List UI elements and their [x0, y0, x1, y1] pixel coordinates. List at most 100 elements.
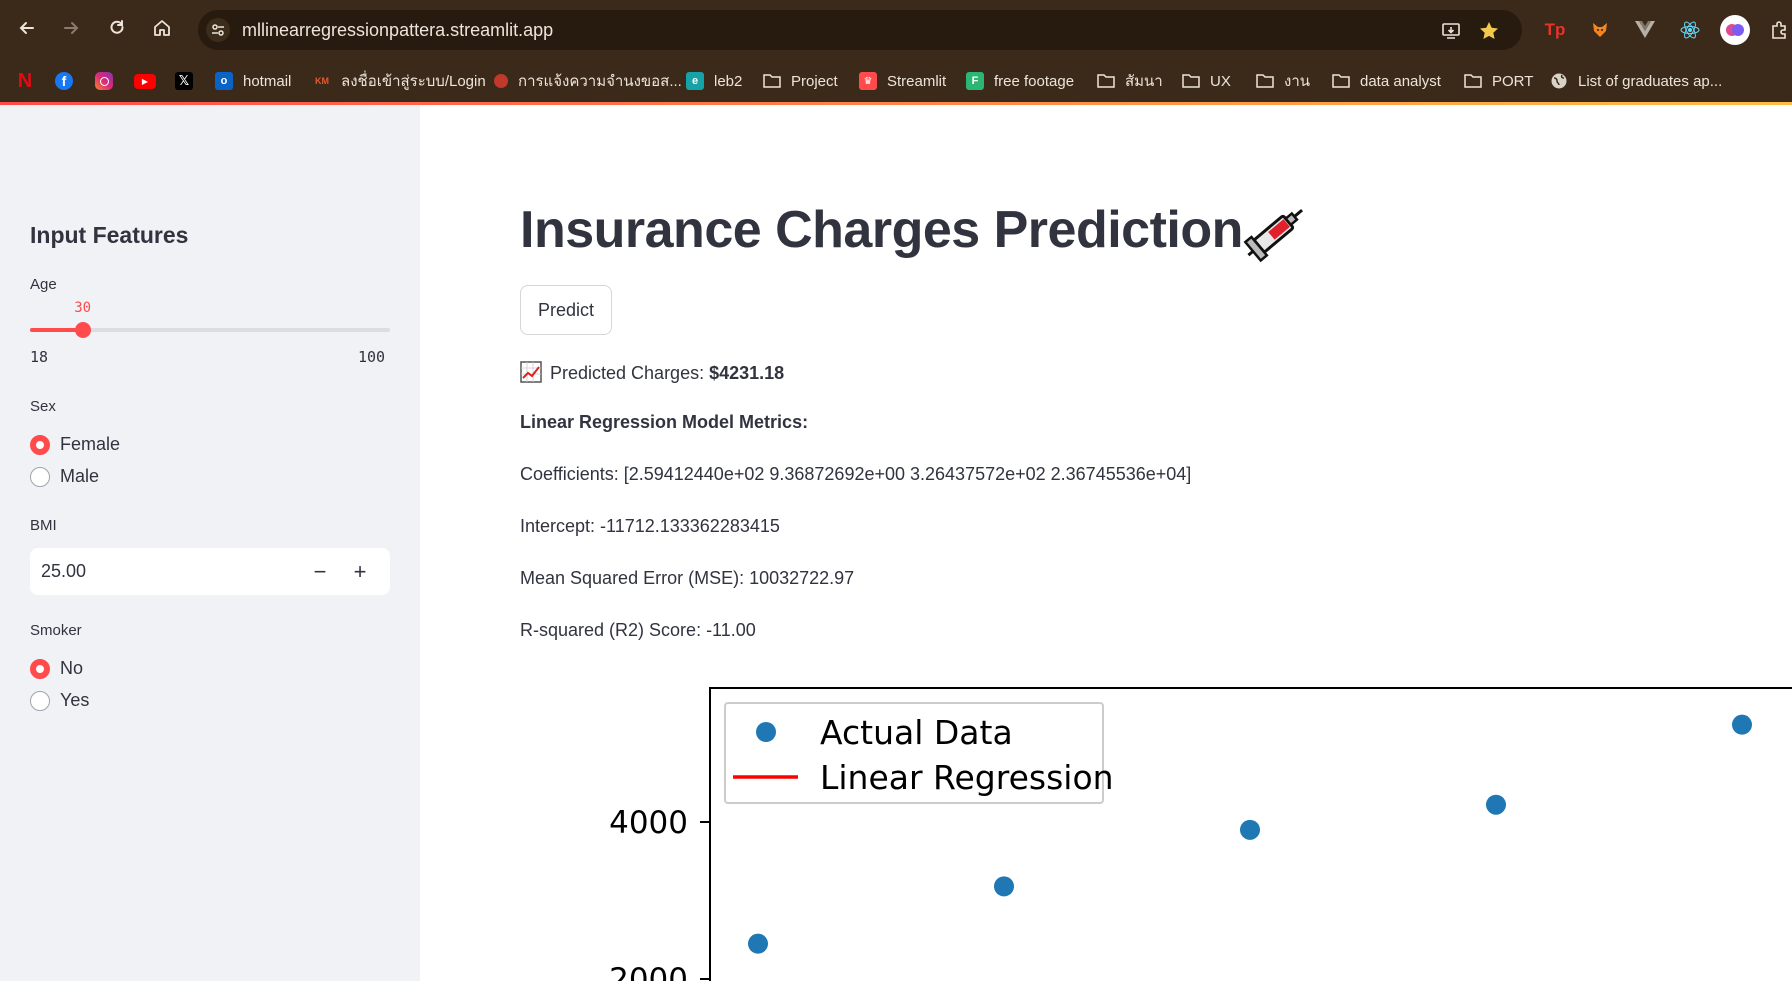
forward-button[interactable]: [58, 15, 84, 41]
metrics-heading: Linear Regression Model Metrics:: [520, 412, 809, 432]
bookmark-folder-seminar[interactable]: สัมนา: [1097, 67, 1163, 95]
bookmark-folder-work[interactable]: งาน: [1256, 67, 1310, 95]
bookmark-label: data analyst: [1360, 72, 1441, 90]
bookmark-label: free footage: [994, 72, 1075, 90]
address-bar[interactable]: mllinearregressionpattera.streamlit.app: [198, 10, 1522, 50]
bookmark-netflix[interactable]: N: [16, 67, 34, 95]
bookmark-hotmail[interactable]: o hotmail: [215, 67, 291, 95]
mse-text: Mean Squared Error (MSE): 10032722.97: [520, 568, 855, 588]
age-slider-thumb[interactable]: [74, 322, 91, 338]
bookmark-graduates[interactable]: List of graduates ap...: [1550, 67, 1722, 95]
bookmark-star-icon[interactable]: [1476, 18, 1502, 44]
radio-selected-icon[interactable]: [30, 434, 50, 455]
radio-unselected-icon[interactable]: [30, 466, 50, 487]
age-slider-value: 30: [74, 300, 92, 316]
bmi-label: BMI: [30, 517, 57, 534]
scatter-point: [994, 876, 1014, 897]
bmi-increment-button[interactable]: +: [342, 554, 378, 590]
install-app-icon[interactable]: [1438, 18, 1464, 44]
radio-label: No: [60, 658, 84, 678]
ladybug-icon: [494, 74, 508, 88]
bookmark-youtube[interactable]: ▶: [134, 67, 156, 95]
folder-icon: [1332, 72, 1350, 90]
reload-icon: [110, 20, 124, 34]
r2-text: R-squared (R2) Score: -11.00: [520, 620, 756, 640]
radio-label: Male: [60, 466, 100, 486]
bmi-number-input[interactable]: 25.00 − +: [30, 548, 390, 595]
legend-label-actual: Actual Data: [820, 713, 1013, 752]
folder-icon: [1256, 72, 1274, 90]
youtube-icon: ▶: [134, 73, 156, 89]
bookmark-label: งาน: [1284, 73, 1311, 90]
scatter-point: [748, 933, 768, 954]
scatter-point: [1732, 714, 1752, 735]
age-slider-min: 18: [30, 348, 49, 366]
extensions-puzzle-icon[interactable]: [1764, 15, 1792, 45]
browser-toolbar: mllinearregressionpattera.streamlit.app …: [0, 0, 1792, 60]
bookmark-x[interactable]: 𝕏: [175, 67, 193, 95]
bookmark-streamlit[interactable]: ♛ Streamlit: [859, 67, 946, 95]
bookmark-label: Streamlit: [887, 72, 947, 90]
legend-label-regression: Linear Regression: [820, 758, 1114, 797]
reload-button[interactable]: [104, 15, 130, 41]
site-info-icon[interactable]: [206, 18, 230, 42]
regression-plot: 2000 4000 Actual Data Linear Regression: [609, 687, 1792, 981]
sex-radio-male[interactable]: Male: [30, 466, 99, 487]
bookmark-label: leb2: [714, 72, 743, 90]
intercept-text: Intercept: -11712.133362283415: [520, 516, 780, 536]
home-icon: [154, 20, 170, 36]
bookmark-label: สัมนา: [1125, 73, 1163, 90]
arrow-left-icon: [19, 22, 34, 34]
age-label: Age: [30, 276, 57, 293]
netflix-icon: N: [17, 69, 33, 92]
bookmarks-bar: N f ▶ 𝕏 o hotmail KM ลงชื่อเข้าสู่ระบบ/Log…: [0, 60, 1792, 102]
radio-label: Female: [60, 434, 121, 454]
y-axis-ticks: 2000 4000: [609, 805, 710, 981]
legend-marker-actual: [756, 722, 776, 742]
bookmark-folder-data-analyst[interactable]: data analyst: [1332, 67, 1441, 95]
footage-icon: F: [966, 72, 984, 90]
sex-radio-female[interactable]: Female: [30, 434, 120, 455]
smoker-radio-yes[interactable]: Yes: [30, 690, 89, 711]
back-button[interactable]: [14, 15, 40, 41]
radio-label: Yes: [60, 690, 90, 710]
smoker-radio-no[interactable]: No: [30, 658, 83, 679]
brain-icon: [1726, 24, 1744, 36]
x-icon: 𝕏: [175, 72, 193, 90]
facebook-icon: f: [55, 72, 73, 90]
home-button[interactable]: [149, 15, 175, 41]
bookmark-folder-project[interactable]: Project: [763, 67, 838, 95]
predict-button[interactable]: Predict: [520, 285, 612, 335]
y-tick-label: 2000: [609, 962, 688, 981]
bookmark-label: UX: [1210, 72, 1231, 90]
bmi-decrement-button[interactable]: −: [302, 554, 338, 590]
bookmark-request[interactable]: การแจ้งความจำนงขอส...: [494, 67, 682, 95]
outlook-icon: o: [215, 72, 233, 90]
folder-icon: [1464, 72, 1482, 90]
streamlit-icon: ♛: [859, 72, 877, 90]
bookmark-instagram[interactable]: [95, 67, 113, 95]
bookmark-facebook[interactable]: f: [55, 67, 73, 95]
bookmark-leb2[interactable]: e leb2: [686, 67, 742, 95]
bookmark-folder-port[interactable]: PORT: [1464, 67, 1533, 95]
bookmark-free-footage[interactable]: Ffree footage: [966, 67, 1074, 95]
bookmark-login[interactable]: KM ลงชื่อเข้าสู่ระบบ/Login: [313, 67, 486, 95]
tp-extension-icon[interactable]: Tp: [1540, 15, 1570, 45]
age-slider-max: 100: [358, 348, 386, 366]
profile-avatar[interactable]: [1720, 15, 1750, 45]
vue-extension-icon[interactable]: [1630, 15, 1660, 45]
smoker-label: Smoker: [30, 622, 82, 639]
plot-legend: Actual Data Linear Regression: [724, 702, 1114, 804]
url-text[interactable]: mllinearregressionpattera.streamlit.app: [242, 20, 553, 41]
globe-icon: [1550, 72, 1568, 90]
fox-extension-icon[interactable]: [1585, 15, 1615, 45]
kmutt-icon: KM: [315, 76, 329, 86]
radio-unselected-icon[interactable]: [30, 690, 50, 711]
radio-selected-icon[interactable]: [30, 658, 50, 679]
bookmark-folder-ux[interactable]: UX: [1182, 67, 1231, 95]
age-slider[interactable]: [30, 322, 390, 338]
page-title: Insurance Charges Prediction: [520, 201, 1243, 259]
prediction-label: Predicted Charges:: [550, 363, 710, 383]
react-devtools-icon[interactable]: [1675, 15, 1705, 45]
bmi-value[interactable]: 25.00: [41, 561, 86, 582]
